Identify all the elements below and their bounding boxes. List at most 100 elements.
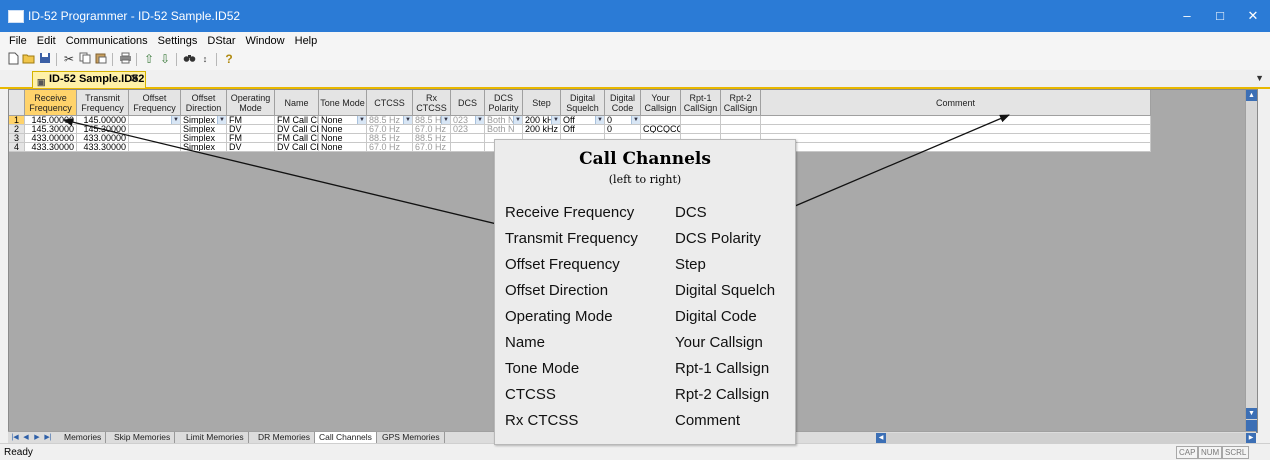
cell-receive-frequency[interactable]: 145.30000 (25, 125, 77, 134)
menu-communications[interactable]: Communications (61, 32, 153, 47)
cell-rx-ctcss[interactable]: 88.5 Hz (413, 134, 451, 143)
cut-icon[interactable]: ✂ (62, 52, 76, 66)
maximize-button[interactable]: □ (1205, 6, 1235, 26)
cell-offset-direction[interactable]: Simplex ▼ (181, 116, 227, 125)
save-icon[interactable] (38, 52, 52, 66)
scroll-down-icon[interactable]: ▼ (1246, 408, 1257, 419)
scroll-left-icon[interactable]: ◀ (876, 433, 886, 443)
column-header-digital-squelch[interactable]: Digital Squelch (561, 90, 605, 116)
cell-dcs[interactable] (451, 143, 485, 152)
cell-offset-frequency[interactable] (129, 134, 181, 143)
document-tab-close-icon[interactable]: ✕ (130, 72, 139, 87)
sheet-tab-skip-memories[interactable]: Skip Memories (110, 432, 176, 443)
sheet-tab-memories[interactable]: Memories (60, 432, 107, 443)
read-icon[interactable]: ⇧ (142, 52, 156, 66)
cell-step[interactable]: 200 kHz (523, 125, 561, 134)
column-header-transmit-frequency[interactable]: Transmit Frequency (77, 90, 129, 116)
cell-transmit-frequency[interactable]: 145.30000 (77, 125, 129, 134)
sheet-next-icon[interactable]: ▶ (32, 432, 42, 443)
copy-icon[interactable] (78, 52, 92, 66)
column-header-comment[interactable]: Comment (761, 90, 1151, 116)
write-icon[interactable]: ⇩ (158, 52, 172, 66)
print-icon[interactable] (118, 52, 132, 66)
cell-digital-code[interactable]: 0 (605, 125, 641, 134)
dropdown-arrow-icon[interactable]: ▼ (441, 116, 450, 124)
sheet-tab-gps-memories[interactable]: GPS Memories (378, 432, 445, 443)
menu-dstar[interactable]: DStar (202, 32, 240, 47)
column-header-your-callsign[interactable]: Your Callsign (641, 90, 681, 116)
cell-digital-squelch[interactable]: Off (561, 125, 605, 134)
column-header-rx-ctcss[interactable]: Rx CTCSS (413, 90, 451, 116)
cell-operating-mode[interactable]: FM (227, 116, 275, 125)
help-icon[interactable]: ? (222, 52, 236, 66)
cell-name[interactable]: FM Call CH (275, 116, 319, 125)
minimize-button[interactable]: – (1172, 6, 1202, 26)
cell-tone-mode[interactable]: None (319, 134, 367, 143)
cell-rx-ctcss[interactable]: 88.5 Hz ▼ (413, 116, 451, 125)
column-header-dcs-polarity[interactable]: DCS Polarity (485, 90, 523, 116)
cell-operating-mode[interactable]: DV (227, 125, 275, 134)
cell-ctcss[interactable]: 88.5 Hz (367, 134, 413, 143)
sort-icon[interactable]: ↕ (198, 52, 212, 66)
row-header[interactable]: 4 (9, 143, 25, 152)
sheet-first-icon[interactable]: |◀ (10, 432, 20, 443)
cell-digital-squelch[interactable]: Off ▼ (561, 116, 605, 125)
cell-your-callsign[interactable] (641, 116, 681, 125)
column-header-offset-direction[interactable]: Offset Direction (181, 90, 227, 116)
row-header[interactable]: 2 (9, 125, 25, 134)
close-button[interactable]: ✕ (1238, 6, 1268, 26)
column-header-dcs[interactable]: DCS (451, 90, 485, 116)
cell-step[interactable]: 200 kHz ▼ (523, 116, 561, 125)
cell-comment[interactable] (761, 116, 1151, 125)
open-icon[interactable] (22, 52, 36, 66)
cell-your-callsign[interactable]: CQCQCQ (641, 125, 681, 134)
cell-tone-mode[interactable]: None (319, 125, 367, 134)
cell-offset-direction[interactable]: Simplex (181, 143, 227, 152)
cell-offset-direction[interactable]: Simplex (181, 134, 227, 143)
column-header-receive-frequency[interactable]: Receive Frequency (25, 90, 77, 116)
cell-comment[interactable] (761, 125, 1151, 134)
document-tab[interactable]: ▣ ID-52 Sample.ID52 ✕ (32, 71, 146, 88)
dropdown-arrow-icon[interactable]: ▼ (171, 116, 180, 124)
column-header-digital-code[interactable]: Digital Code (605, 90, 641, 116)
cell-rpt2-callsign[interactable] (721, 116, 761, 125)
sheet-prev-icon[interactable]: ◀ (21, 432, 31, 443)
column-header-step[interactable]: Step (523, 90, 561, 116)
cell-ctcss[interactable]: 67.0 Hz (367, 125, 413, 134)
cell-rx-ctcss[interactable]: 67.0 Hz (413, 125, 451, 134)
cell-dcs-polarity[interactable]: Both N (485, 125, 523, 134)
cell-offset-direction[interactable]: Simplex (181, 125, 227, 134)
row-header[interactable]: 3 (9, 134, 25, 143)
cell-tone-mode[interactable]: None (319, 143, 367, 152)
find-icon[interactable] (182, 52, 196, 66)
dropdown-arrow-icon[interactable]: ▼ (513, 116, 522, 124)
horizontal-scrollbar[interactable]: ◀ ▶ (876, 433, 1256, 443)
cell-comment[interactable] (761, 143, 1151, 152)
sheet-tab-limit-memories[interactable]: Limit Memories (182, 432, 249, 443)
column-header-tone-mode[interactable]: Tone Mode (319, 90, 367, 116)
dropdown-arrow-icon[interactable]: ▼ (357, 116, 366, 124)
dropdown-arrow-icon[interactable]: ▼ (551, 116, 560, 124)
cell-offset-frequency[interactable]: ▼ (129, 116, 181, 125)
column-header-operating-mode[interactable]: Operating Mode (227, 90, 275, 116)
cell-dcs-polarity[interactable]: Both N ▼ (485, 116, 523, 125)
column-header-rpt1-callsign[interactable]: Rpt-1 CallSign (681, 90, 721, 116)
cell-ctcss[interactable]: 67.0 Hz (367, 143, 413, 152)
menu-settings[interactable]: Settings (153, 32, 203, 47)
paste-icon[interactable] (94, 52, 108, 66)
dropdown-arrow-icon[interactable]: ▼ (475, 116, 484, 124)
cell-tone-mode[interactable]: None ▼ (319, 116, 367, 125)
cell-transmit-frequency[interactable]: 145.00000 (77, 116, 129, 125)
cell-name[interactable]: FM Call CH (275, 134, 319, 143)
cell-receive-frequency[interactable]: 433.30000 (25, 143, 77, 152)
cell-dcs[interactable]: 023 (451, 125, 485, 134)
column-header-ctcss[interactable]: CTCSS (367, 90, 413, 116)
cell-dcs[interactable]: 023 ▼ (451, 116, 485, 125)
cell-offset-frequency[interactable] (129, 125, 181, 134)
menu-edit[interactable]: Edit (32, 32, 61, 47)
cell-operating-mode[interactable]: DV (227, 143, 275, 152)
cell-rx-ctcss[interactable]: 67.0 Hz (413, 143, 451, 152)
dropdown-arrow-icon[interactable]: ▼ (217, 116, 226, 124)
cell-receive-frequency[interactable]: 433.00000 (25, 134, 77, 143)
cell-receive-frequency[interactable]: 145.00000 (25, 116, 77, 125)
